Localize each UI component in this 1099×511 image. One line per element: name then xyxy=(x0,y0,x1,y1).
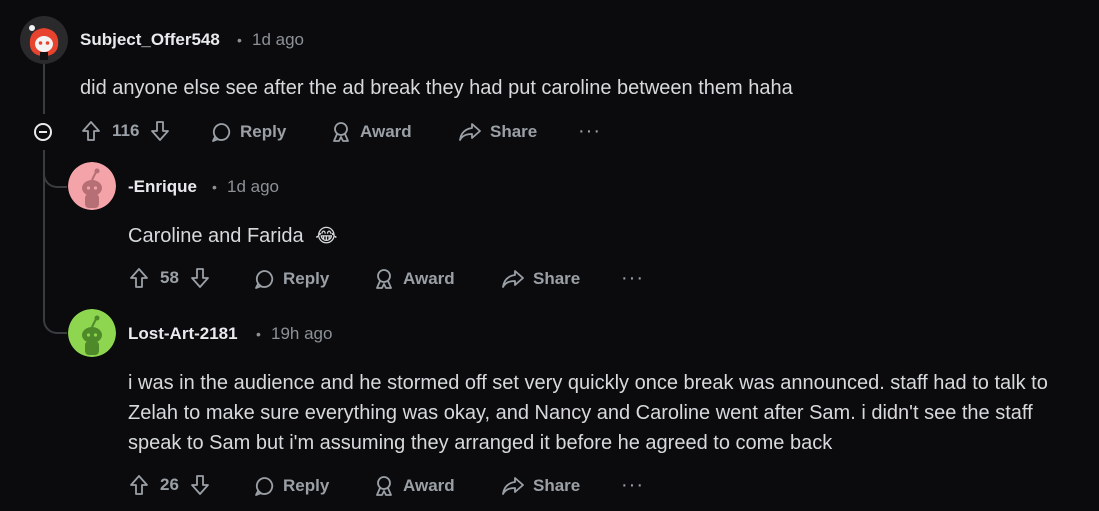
thread-line-root xyxy=(43,62,45,114)
share-button[interactable]: Share xyxy=(458,121,537,143)
downvote-icon[interactable] xyxy=(149,120,171,142)
share-icon xyxy=(459,123,481,141)
comment-line: Zelah to make sure everything was okay, … xyxy=(128,402,1033,424)
vote-count: 58 xyxy=(160,268,179,287)
comment-author[interactable]: Lost-Art-2181 xyxy=(128,324,238,344)
share-icon xyxy=(502,270,524,288)
award-label: Award xyxy=(403,476,455,495)
separator-dot: • xyxy=(237,32,242,48)
reply-button[interactable]: Reply xyxy=(253,475,329,497)
comment-line: speak to Sam but i'm assuming they arran… xyxy=(128,432,833,454)
share-button[interactable]: Share xyxy=(501,268,580,290)
more-options-button[interactable]: ··· xyxy=(578,120,601,143)
reply-label: Reply xyxy=(283,269,330,288)
award-icon xyxy=(376,476,392,496)
snoo-avatar-icon xyxy=(68,309,116,357)
comment-timestamp[interactable]: 1d ago xyxy=(227,177,279,197)
award-button[interactable]: Award xyxy=(373,475,455,497)
vote-controls: 26 xyxy=(128,474,211,496)
share-icon xyxy=(502,477,524,495)
award-button[interactable]: Award xyxy=(373,268,455,290)
comment-text: Caroline and Farida xyxy=(128,225,304,247)
upvote-icon[interactable] xyxy=(128,474,150,496)
comment-body: Caroline and Farida 😂 xyxy=(128,221,337,252)
reply-label: Reply xyxy=(283,476,330,495)
comment-timestamp[interactable]: 19h ago xyxy=(271,324,332,344)
thread-elbow-enrique xyxy=(43,150,67,188)
comment-body: i was in the audience and he stormed off… xyxy=(128,368,1093,458)
avatar[interactable] xyxy=(68,162,116,210)
comment-author[interactable]: Subject_Offer548 xyxy=(80,30,220,50)
reply-icon xyxy=(212,123,231,142)
upvote-icon[interactable] xyxy=(80,120,102,142)
downvote-icon[interactable] xyxy=(189,474,211,496)
thread-elbow-lostart xyxy=(43,290,67,334)
share-label: Share xyxy=(490,122,538,141)
avatar[interactable] xyxy=(20,16,68,64)
snoo-avatar-icon xyxy=(20,16,68,64)
vote-count: 116 xyxy=(112,121,140,140)
share-label: Share xyxy=(533,269,581,288)
award-icon xyxy=(333,122,349,142)
reply-icon xyxy=(255,270,274,289)
comment-line: i was in the audience and he stormed off… xyxy=(128,372,1048,394)
comment-body: did anyone else see after the ad break t… xyxy=(80,77,793,99)
vote-controls: 116 xyxy=(80,120,171,142)
collapse-thread-button[interactable] xyxy=(34,123,52,141)
downvote-icon[interactable] xyxy=(189,267,211,289)
reply-button[interactable]: Reply xyxy=(210,121,286,143)
award-label: Award xyxy=(360,122,412,141)
more-options-button[interactable]: ··· xyxy=(621,474,644,497)
separator-dot: • xyxy=(212,179,217,195)
upvote-icon[interactable] xyxy=(128,267,150,289)
vote-count: 26 xyxy=(160,475,179,494)
award-button[interactable]: Award xyxy=(330,121,412,143)
reply-icon xyxy=(255,477,274,496)
laughing-emoji: 😂 xyxy=(315,226,338,247)
vote-controls: 58 xyxy=(128,267,211,289)
reply-button[interactable]: Reply xyxy=(253,268,329,290)
comment-timestamp[interactable]: 1d ago xyxy=(252,30,304,50)
snoo-avatar-icon xyxy=(68,162,116,210)
share-button[interactable]: Share xyxy=(501,475,580,497)
avatar[interactable] xyxy=(68,309,116,357)
more-options-button[interactable]: ··· xyxy=(621,267,644,290)
award-label: Award xyxy=(403,269,455,288)
separator-dot: • xyxy=(256,326,261,342)
reply-label: Reply xyxy=(240,122,287,141)
comment-author[interactable]: -Enrique xyxy=(128,177,197,197)
share-label: Share xyxy=(533,476,581,495)
award-icon xyxy=(376,269,392,289)
